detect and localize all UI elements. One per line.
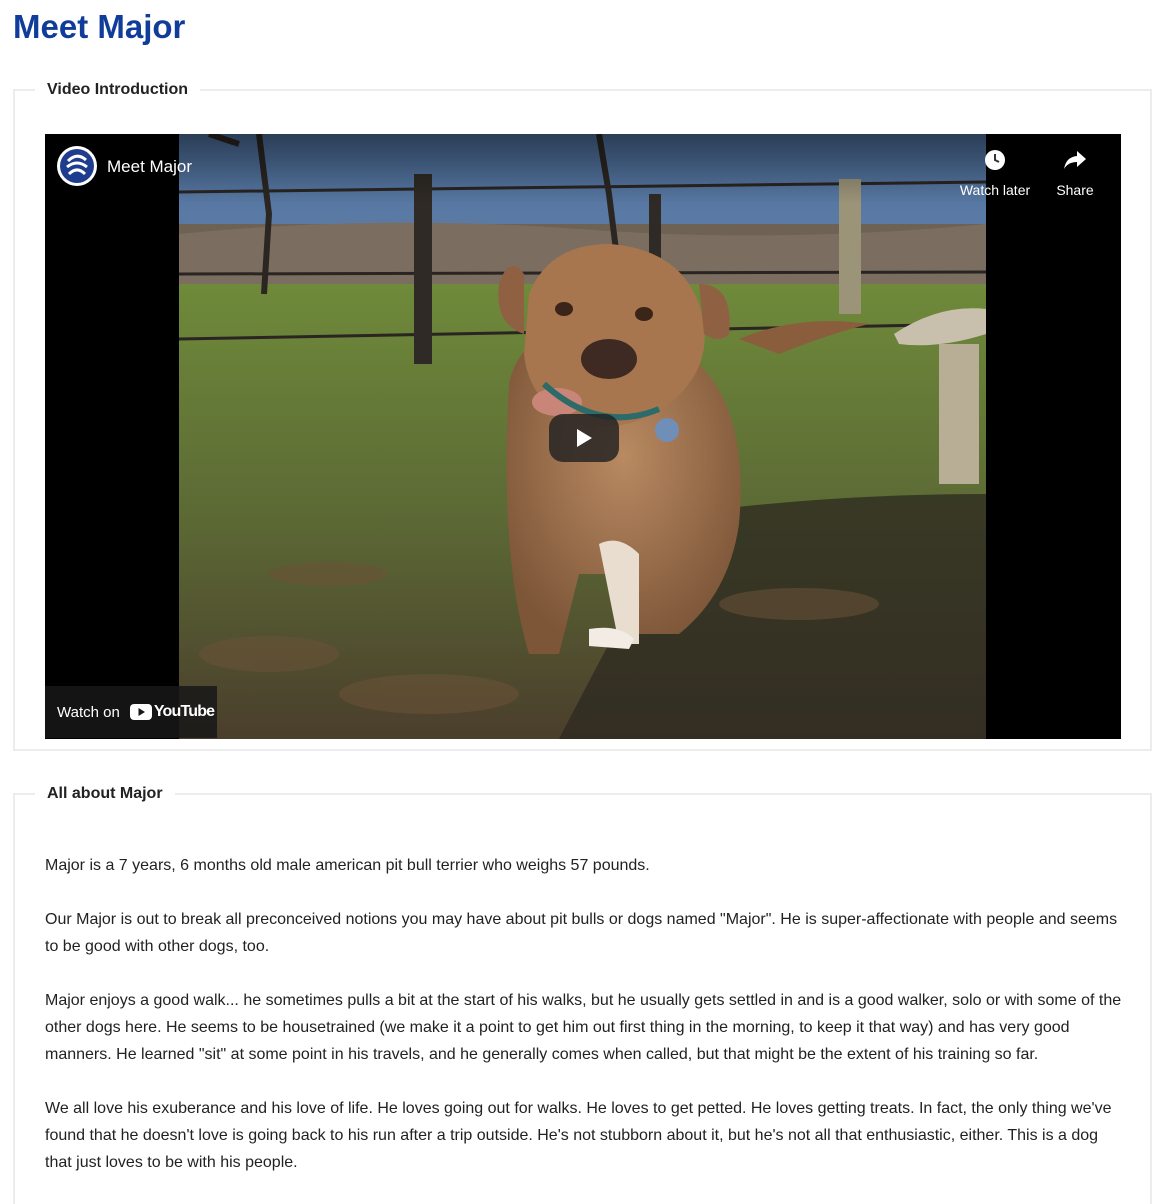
about-section-legend: All about Major	[47, 785, 163, 802]
about-paragraph: Major enjoys a good walk... he sometimes…	[45, 992, 1122, 1063]
video-introduction-section: Video Introduction Meet Major Watch late…	[13, 80, 1152, 751]
about-paragraph: Major is a 7 years, 6 months old male am…	[45, 857, 650, 874]
about-paragraph: We all love his exuberance and his love …	[45, 1100, 1112, 1171]
youtube-logo: YouTube	[129, 703, 215, 721]
watch-on-label: Watch on	[57, 703, 120, 721]
about-major-section: All about Major Major is a 7 years, 6 mo…	[13, 784, 1152, 1204]
youtube-wordmark: YouTube	[153, 703, 215, 720]
youtube-video-player[interactable]: Meet Major Watch later Share Watch on Yo…	[45, 134, 1121, 739]
about-paragraph: Our Major is out to break all preconceiv…	[45, 911, 1118, 955]
clock-icon	[985, 150, 1005, 170]
play-button[interactable]	[549, 414, 619, 462]
watch-later-button[interactable]: Watch later	[955, 146, 1035, 198]
play-icon	[577, 429, 592, 447]
player-top-bar: Meet Major Watch later Share	[45, 134, 1121, 204]
watch-on-youtube-link[interactable]: Watch on YouTube	[45, 686, 217, 738]
youtube-logo-icon	[129, 704, 152, 720]
video-section-legend: Video Introduction	[47, 81, 189, 98]
about-text: Major is a 7 years, 6 months old male am…	[45, 852, 1123, 1203]
share-button[interactable]: Share	[1035, 146, 1115, 198]
page-title: Meet Major	[13, 8, 186, 45]
share-label: Share	[1056, 182, 1094, 198]
share-arrow-icon	[1064, 151, 1086, 169]
watch-later-label: Watch later	[959, 182, 1031, 198]
shelter-logo-icon[interactable]	[57, 146, 97, 186]
video-title[interactable]: Meet Major	[107, 156, 192, 178]
